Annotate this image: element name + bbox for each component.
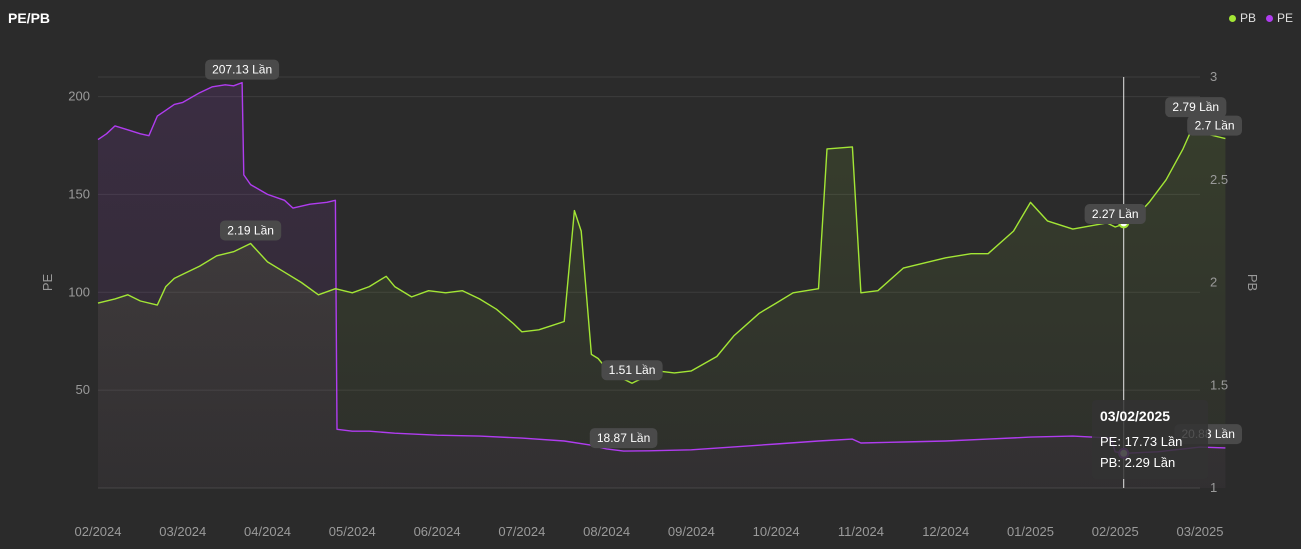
data-label-text: 2.27 Lần — [1092, 207, 1139, 221]
x-tick-06/2024: 06/2024 — [414, 524, 461, 539]
y-right-tick-2: 2 — [1210, 275, 1217, 290]
data-label-text: 18.87 Lần — [597, 431, 650, 445]
y-left-title: PE — [40, 274, 55, 292]
x-tick-07/2024: 07/2024 — [498, 524, 545, 539]
data-label-pb-5: 2.79 Lần — [1165, 97, 1227, 118]
x-tick-01/2025: 01/2025 — [1007, 524, 1054, 539]
x-tick-08/2024: 08/2024 — [583, 524, 630, 539]
x-tick-09/2024: 09/2024 — [668, 524, 715, 539]
tooltip-pe: PE: 17.73 Lần — [1100, 434, 1183, 449]
data-label-pb-2: 1.51 Lần — [601, 360, 663, 381]
y-right-tick-1.5: 1.5 — [1210, 377, 1228, 392]
x-tick-05/2024: 05/2024 — [329, 524, 376, 539]
data-label-pb-4: 2.27 Lần — [1084, 204, 1146, 225]
data-label-text: 2.79 Lần — [1172, 100, 1219, 114]
data-label-pe-3: 18.87 Lần — [589, 428, 658, 449]
x-tick-12/2024: 12/2024 — [922, 524, 969, 539]
x-tick-03/2024: 03/2024 — [159, 524, 206, 539]
data-label-text: 2.7 Lần — [1195, 119, 1235, 133]
tooltip-date: 03/02/2025 — [1100, 408, 1171, 424]
area-pb — [98, 120, 1226, 488]
x-tick-11/2024: 11/2024 — [838, 524, 884, 539]
y-left-tick-50: 50 — [76, 382, 90, 397]
x-tick-03/2025: 03/2025 — [1177, 524, 1224, 539]
y-right-tick-1: 1 — [1210, 480, 1217, 495]
y-left-tick-150: 150 — [68, 186, 90, 201]
y-left-tick-100: 100 — [68, 284, 90, 299]
tooltip-pb: PB: 2.29 Lần — [1100, 455, 1176, 470]
data-label-text: 2.19 Lần — [227, 223, 274, 237]
data-label-text: 1.51 Lần — [609, 363, 656, 377]
y-left-tick-200: 200 — [68, 89, 90, 104]
data-label-text: 207.13 Lần — [212, 63, 272, 77]
x-tick-10/2024: 10/2024 — [753, 524, 800, 539]
y-right-tick-3: 3 — [1210, 69, 1217, 84]
tooltip: 03/02/2025 PE: 17.73 Lần PB: 2.29 Lần — [1092, 400, 1208, 479]
data-label-pb-6: 2.7 Lần — [1187, 115, 1242, 136]
y-right-tick-2.5: 2.5 — [1210, 172, 1228, 187]
data-label-pe-0: 207.13 Lần — [205, 59, 280, 80]
x-tick-04/2024: 04/2024 — [244, 524, 291, 539]
data-label-pb-1: 2.19 Lần — [219, 220, 282, 241]
x-tick-02/2025: 02/2025 — [1092, 524, 1139, 539]
y-right-title: PB — [1245, 274, 1260, 291]
x-tick-02/2024: 02/2024 — [75, 524, 122, 539]
area-fills — [98, 82, 1226, 488]
